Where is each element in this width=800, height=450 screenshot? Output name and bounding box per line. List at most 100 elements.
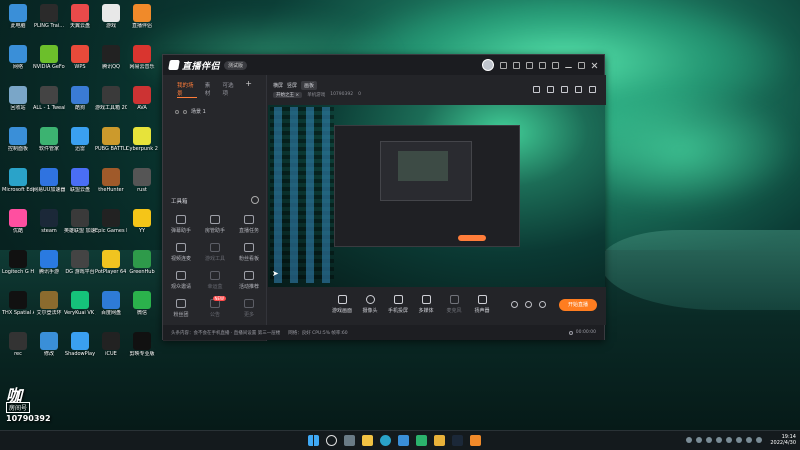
desktop-icon[interactable]: 控制面板 (2, 127, 34, 152)
desktop-icon[interactable]: 艾尔登法环 (33, 291, 65, 316)
control-button[interactable]: 摄像头 (357, 295, 383, 314)
desktop-icon[interactable]: PotPlayer 64 bit (95, 250, 127, 275)
task-view-icon[interactable] (344, 435, 355, 446)
tool-item[interactable]: 视频连麦 (166, 243, 196, 262)
tool-item[interactable]: 粉丝团 (166, 299, 196, 318)
fullscreen-icon[interactable] (561, 86, 568, 93)
eye-icon[interactable] (525, 301, 532, 308)
control-button[interactable]: 游戏画面 (329, 295, 355, 314)
tool-item[interactable]: 幸运盒 (200, 271, 230, 290)
tool-item[interactable]: 观众邀请 (166, 271, 196, 290)
mail-icon[interactable] (500, 61, 507, 69)
lock-icon[interactable] (183, 109, 187, 114)
tool-item[interactable]: 游戏工具 (200, 243, 230, 262)
start-icon[interactable] (308, 435, 319, 446)
desktop-icon[interactable]: 微信 (126, 291, 158, 316)
eye-icon[interactable] (175, 109, 179, 114)
tool-item[interactable]: 活动推荐 (234, 271, 264, 290)
desktop-icon[interactable]: 优酷 (2, 209, 34, 234)
live-companion-taskbar-icon[interactable] (470, 435, 481, 446)
desktop-icon[interactable]: Microsoft Edge (2, 168, 34, 193)
menu-icon[interactable] (552, 61, 559, 69)
desktop-icon[interactable]: 迅雷 (64, 127, 96, 152)
tray-icon[interactable] (716, 437, 723, 443)
control-button[interactable]: 扬声器 (469, 295, 495, 314)
desktop-icon[interactable]: theHunter (95, 168, 127, 193)
tool-item[interactable]: 房管助手 (200, 215, 230, 234)
maximize-button[interactable] (578, 61, 585, 69)
desktop-icon[interactable]: THX Spatial Audio (2, 291, 34, 316)
app-icon-2[interactable] (434, 435, 445, 446)
desktop-icon[interactable]: 修改 (33, 332, 65, 357)
desktop-icon[interactable]: NVIDIA GeForce Experience (33, 45, 65, 70)
tool-item[interactable]: 公告 NEW (200, 296, 230, 318)
tool-item[interactable]: 粉丝看板 (234, 243, 264, 262)
desktop-icon[interactable]: VeryKuai VK 加速器 (64, 291, 96, 316)
app-icon[interactable] (416, 435, 427, 446)
desktop-icon[interactable]: 剪映专业版 (126, 332, 158, 357)
close-button[interactable] (591, 62, 598, 69)
desktop-icon[interactable]: 网络 (2, 45, 34, 70)
file-explorer-icon[interactable] (362, 435, 373, 446)
scene-item[interactable]: 场景 1 (175, 108, 258, 115)
shirt-icon[interactable] (539, 61, 546, 69)
desktop-icon[interactable]: 天翼云盘 (64, 4, 96, 29)
desktop-icon[interactable]: AVA (126, 86, 158, 111)
tab-landscape[interactable]: 横屏 (273, 82, 283, 89)
tab-materials[interactable]: 素材 (205, 81, 215, 98)
tray-icon[interactable] (696, 437, 703, 443)
stream-preview[interactable]: ➤ (268, 105, 605, 287)
tool-item[interactable]: 直播任务 (234, 215, 264, 234)
wifi-icon[interactable] (746, 437, 753, 443)
live-category[interactable]: 单机游戏 (307, 92, 325, 98)
desktop-icon[interactable]: 腾讯QQ (95, 45, 127, 70)
desktop-icon[interactable]: 联盟云盘 (64, 168, 96, 193)
desktop-icon[interactable]: PLING Trai... (33, 4, 65, 29)
desktop-icon[interactable]: rec (2, 332, 34, 357)
desktop-icon[interactable]: ALL - 1 Tweaker (33, 86, 65, 111)
control-button[interactable]: 手机投屏 (385, 295, 411, 314)
avatar[interactable] (482, 59, 494, 71)
desktop-icon[interactable]: Logitech G HUB (2, 250, 34, 275)
desktop-icon[interactable]: iCUE (95, 332, 127, 357)
desktop-icon[interactable]: GreenHub (126, 250, 158, 275)
desktop-icon[interactable]: 酷狗 (64, 86, 96, 111)
control-button[interactable]: 麦克风 (441, 295, 467, 314)
control-button[interactable]: 多媒体 (413, 295, 439, 314)
tool-item[interactable]: 弹幕助手 (166, 215, 196, 234)
desktop-icon[interactable]: YY (126, 209, 158, 234)
desktop-icon[interactable]: 游戏 (95, 4, 127, 29)
edge-icon[interactable] (380, 435, 391, 446)
tool-item[interactable]: 更多 (234, 299, 264, 318)
tray-icon[interactable] (686, 437, 693, 443)
tray-icon[interactable] (726, 437, 733, 443)
tab-portrait[interactable]: 竖屏 (287, 82, 297, 89)
bell-icon[interactable] (575, 86, 582, 93)
clock[interactable]: 19:14 2022/4/30 (770, 434, 796, 446)
desktop-icon[interactable]: 网易UU加速器 (33, 168, 65, 193)
search-icon[interactable] (326, 435, 337, 446)
desktop-icon[interactable]: 腾讯手游 (33, 250, 65, 275)
tab-options[interactable]: 可选项 (223, 81, 238, 98)
volume-icon[interactable] (756, 437, 763, 443)
desktop-icon[interactable]: 百度网盘 (95, 291, 127, 316)
tray-icon[interactable] (736, 437, 743, 443)
desktop-icon[interactable]: rust (126, 168, 158, 193)
start-live-button[interactable]: 开始直播 (559, 299, 597, 311)
lock-icon[interactable] (547, 86, 554, 93)
desktop-icon[interactable]: ShadowPlay (64, 332, 96, 357)
layout-icon[interactable] (533, 86, 540, 93)
gear-icon[interactable] (539, 301, 546, 308)
steam-icon[interactable] (452, 435, 463, 446)
minimize-button[interactable] (565, 63, 572, 68)
tray-icon[interactable] (706, 437, 713, 443)
desktop-icon[interactable]: 网易云音乐 (126, 45, 158, 70)
gift-icon[interactable] (526, 61, 533, 69)
tab-scenes[interactable]: 我的场景 (177, 81, 197, 98)
desktop-icon[interactable]: 回收站 (2, 86, 34, 111)
settings-icon[interactable] (251, 196, 259, 204)
tab-canvas[interactable]: 画板 (301, 81, 318, 90)
message-icon[interactable] (513, 61, 520, 69)
store-icon[interactable] (398, 435, 409, 446)
desktop-icon[interactable]: PUBG BATTLEGR... (95, 127, 127, 152)
